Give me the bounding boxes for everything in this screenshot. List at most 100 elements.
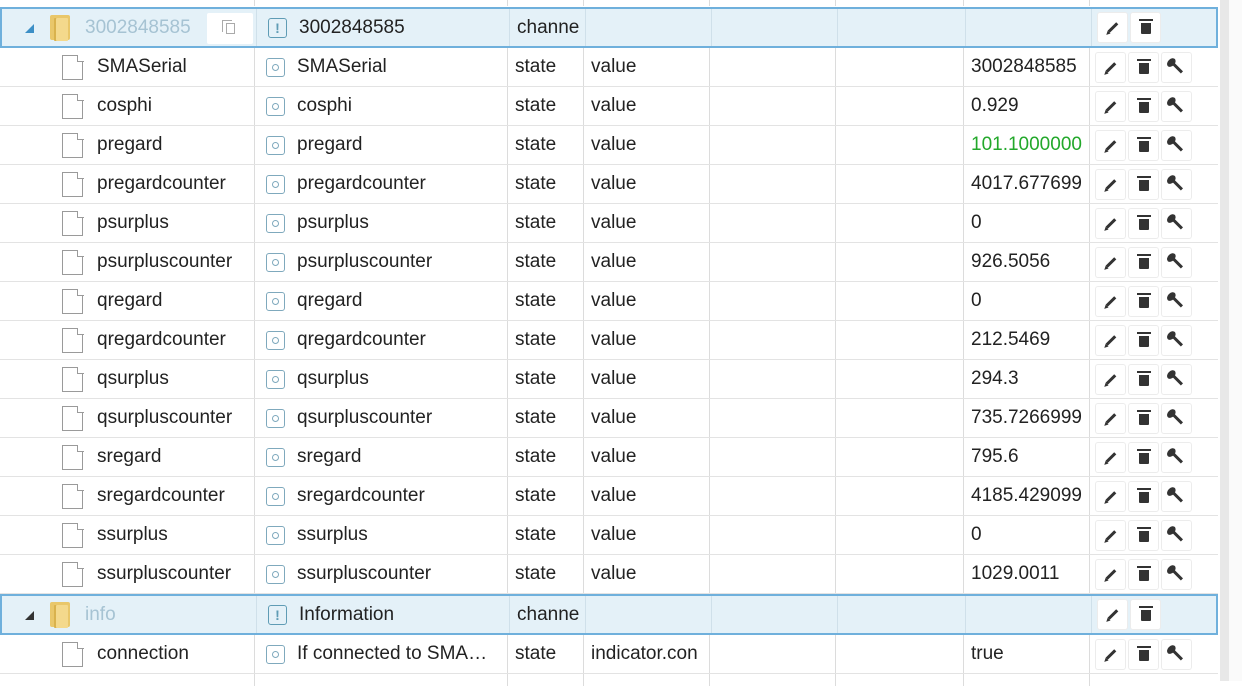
delete-button[interactable] [1129,130,1158,160]
edit-button[interactable] [1096,286,1125,316]
custom-settings-button[interactable] [1162,520,1191,550]
delete-button[interactable] [1129,442,1158,472]
delete-button[interactable] [1129,639,1158,669]
state-value[interactable]: 212.5469 [964,329,1050,351]
edit-button[interactable] [1098,13,1127,42]
state-value[interactable]: 0 [964,290,982,312]
state-row[interactable]: sregard sregard state value 795.6 [0,438,1218,477]
function-cell[interactable] [836,635,964,673]
scrollbar-track[interactable] [1229,0,1242,681]
state-value[interactable]: 3002848585 [964,56,1077,78]
room-cell[interactable] [710,243,836,281]
state-value[interactable]: 0 [964,212,982,234]
state-row[interactable]: SMASerial SMASerial state value 3002848585 [0,48,1218,87]
edit-button[interactable] [1096,364,1125,394]
room-cell[interactable] [710,360,836,398]
state-value[interactable]: 101.1000000 [964,134,1082,156]
function-cell[interactable] [836,555,964,593]
edit-button[interactable] [1096,91,1125,121]
collapse-toggle-icon[interactable] [25,611,34,620]
channel-row[interactable]: 3002848585 ! 3002848585 channe [0,7,1218,48]
function-cell[interactable] [836,399,964,437]
custom-settings-button[interactable] [1162,325,1191,355]
state-value[interactable]: 294.3 [964,368,1019,390]
edit-button[interactable] [1096,520,1125,550]
state-row[interactable]: pregard pregard state value 101.1000000 [0,126,1218,165]
state-row[interactable]: qregardcounter qregardcounter state value 21… [0,321,1218,360]
custom-settings-button[interactable] [1162,559,1191,589]
edit-button[interactable] [1096,52,1125,82]
edit-button[interactable] [1096,130,1125,160]
edit-button[interactable] [1096,208,1125,238]
delete-button[interactable] [1129,52,1158,82]
delete-button[interactable] [1129,325,1158,355]
edit-button[interactable] [1096,169,1125,199]
state-row[interactable]: psurpluscounter psurpluscounter state value… [0,243,1218,282]
function-cell[interactable] [836,438,964,476]
channel-row[interactable]: info ! Information channe [0,594,1218,635]
room-cell[interactable] [710,204,836,242]
state-row[interactable]: sregardcounter sregardcounter state value 41… [0,477,1218,516]
room-cell[interactable] [710,635,836,673]
delete-button[interactable] [1129,520,1158,550]
state-row[interactable]: connection If connected to SMA… state indic… [0,635,1218,674]
room-cell[interactable] [710,126,836,164]
custom-settings-button[interactable] [1162,403,1191,433]
state-value[interactable]: 735.7266999 [964,407,1082,429]
custom-settings-button[interactable] [1162,169,1191,199]
room-cell[interactable] [710,516,836,554]
custom-settings-button[interactable] [1162,247,1191,277]
function-cell[interactable] [836,477,964,515]
room-cell[interactable] [710,555,836,593]
custom-settings-button[interactable] [1162,52,1191,82]
delete-button[interactable] [1129,169,1158,199]
state-row[interactable]: qsurplus qsurplus state value 294.3 [0,360,1218,399]
room-cell[interactable] [710,438,836,476]
custom-settings-button[interactable] [1162,364,1191,394]
delete-button[interactable] [1129,286,1158,316]
collapse-toggle-icon[interactable] [25,24,34,33]
edit-button[interactable] [1096,247,1125,277]
state-value[interactable]: 0 [964,524,982,546]
function-cell[interactable] [836,516,964,554]
delete-button[interactable] [1131,600,1160,629]
custom-settings-button[interactable] [1162,208,1191,238]
function-cell[interactable] [836,87,964,125]
delete-button[interactable] [1129,403,1158,433]
custom-settings-button[interactable] [1162,442,1191,472]
room-cell[interactable] [710,399,836,437]
room-cell[interactable] [710,282,836,320]
copy-id-button[interactable] [207,13,253,44]
state-value[interactable]: 0.929 [964,95,1019,117]
state-value[interactable]: 795.6 [964,446,1019,468]
state-value[interactable]: 926.5056 [964,251,1050,273]
edit-button[interactable] [1096,481,1125,511]
edit-button[interactable] [1096,442,1125,472]
room-cell[interactable] [710,165,836,203]
state-row[interactable]: ssurplus ssurplus state value 0 [0,516,1218,555]
delete-button[interactable] [1129,247,1158,277]
room-cell[interactable] [710,321,836,359]
state-row[interactable]: qsurpluscounter qsurpluscounter state value… [0,399,1218,438]
function-cell[interactable] [836,48,964,86]
delete-button[interactable] [1129,559,1158,589]
room-cell[interactable] [710,87,836,125]
state-value[interactable]: true [964,643,1004,665]
state-row[interactable]: ssurpluscounter ssurpluscounter state value… [0,555,1218,594]
function-cell[interactable] [836,204,964,242]
function-cell[interactable] [836,243,964,281]
scrollbar[interactable] [1220,0,1229,681]
state-value[interactable]: 1029.0011 [964,563,1059,585]
edit-button[interactable] [1096,639,1125,669]
function-cell[interactable] [836,321,964,359]
state-row[interactable]: cosphi cosphi state value 0.929 [0,87,1218,126]
function-cell[interactable] [836,360,964,398]
state-value[interactable]: 4185.429099 [964,485,1082,507]
state-value[interactable]: 4017.677699 [964,173,1082,195]
edit-button[interactable] [1096,559,1125,589]
edit-button[interactable] [1096,403,1125,433]
custom-settings-button[interactable] [1162,91,1191,121]
edit-button[interactable] [1096,325,1125,355]
room-cell[interactable] [710,48,836,86]
custom-settings-button[interactable] [1162,639,1191,669]
